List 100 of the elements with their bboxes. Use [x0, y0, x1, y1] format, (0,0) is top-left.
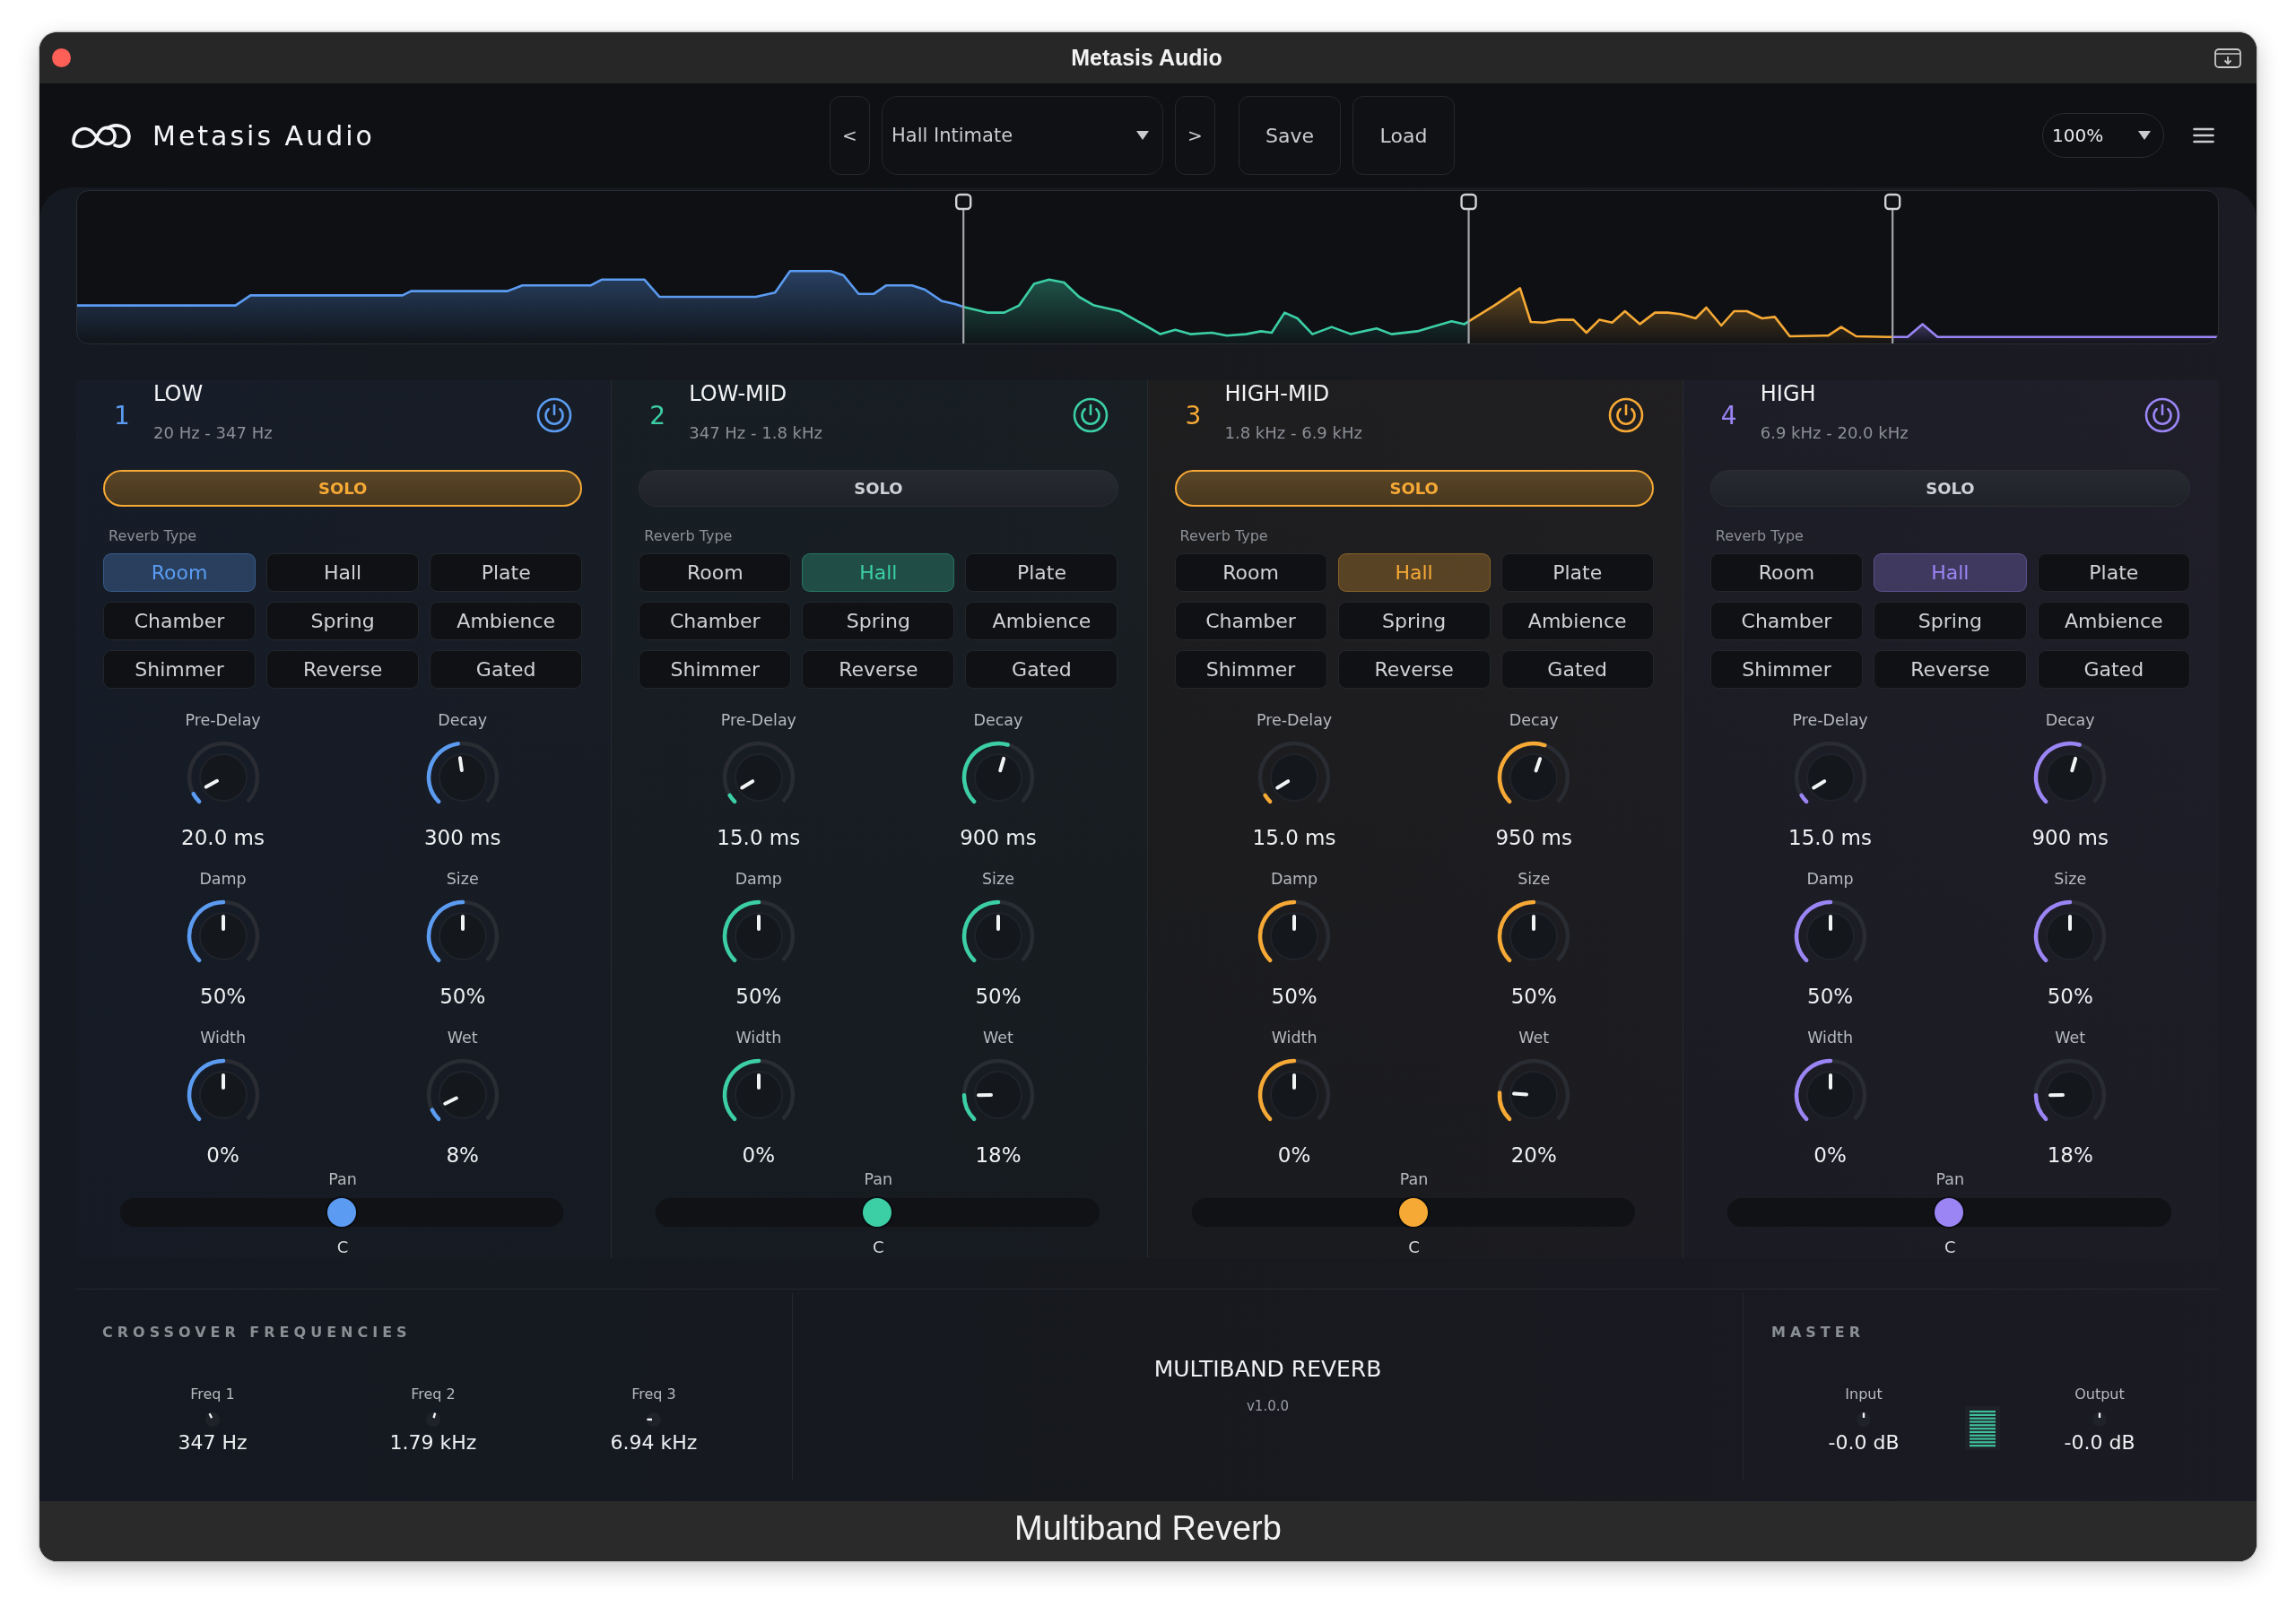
reverb-type-button[interactable]: Room — [639, 553, 792, 592]
reverb-type-label: Reverb Type — [643, 526, 733, 546]
reverb-type-button[interactable]: Spring — [266, 602, 420, 640]
reverb-type-button[interactable]: Hall — [802, 553, 955, 592]
reverb-type-button[interactable]: Room — [103, 553, 257, 592]
preset-action-button[interactable]: Load — [1352, 96, 1455, 175]
knob-label: Size — [981, 869, 1014, 890]
crossover-handle[interactable] — [1884, 193, 1901, 343]
reverb-type-button[interactable]: Shimmer — [639, 650, 792, 689]
knob-label: Pre-Delay — [720, 710, 796, 731]
band-range: 347 Hz - 1.8 kHz — [689, 422, 822, 444]
preset-dropdown[interactable]: Hall Intimate — [882, 96, 1163, 175]
knob-label: Width — [1271, 1028, 1318, 1048]
band-number: 3 — [1185, 400, 1202, 430]
pan-slider-thumb[interactable] — [1935, 1198, 1964, 1227]
solo-button[interactable]: SOLO — [1174, 470, 1654, 507]
reverb-type-button[interactable]: Spring — [802, 602, 955, 640]
section-title: CROSSOVER FREQUENCIES — [102, 1323, 412, 1342]
reverb-type-button[interactable]: Chamber — [639, 602, 792, 640]
small-knob[interactable] — [1857, 1412, 1871, 1427]
solo-button[interactable]: SOLO — [1709, 470, 2190, 507]
download-icon[interactable] — [2214, 48, 2241, 68]
next-preset-button[interactable]: > — [1175, 96, 1215, 175]
solo-button[interactable]: SOLO — [639, 470, 1118, 507]
knob-value: 20.0 ms — [181, 825, 265, 851]
knob-label: Wet — [983, 1028, 1013, 1048]
knob-value: 15.0 ms — [1788, 825, 1872, 851]
power-icon[interactable] — [2144, 397, 2180, 433]
close-icon[interactable] — [52, 48, 71, 67]
reverb-type-button[interactable]: Chamber — [103, 602, 257, 640]
small-knob[interactable] — [426, 1412, 440, 1427]
band-name: LOW-MID — [689, 380, 787, 407]
reverb-type-button[interactable]: Hall — [266, 553, 420, 592]
power-icon[interactable] — [1072, 397, 1109, 433]
small-knob[interactable] — [2092, 1412, 2107, 1427]
reverb-type-button[interactable]: Gated — [1500, 650, 1654, 689]
reverb-type-button[interactable]: Reverse — [266, 650, 420, 689]
reverb-type-button[interactable]: Ambience — [965, 602, 1118, 640]
reverb-type-button[interactable]: Plate — [430, 553, 583, 592]
reverb-type-button[interactable]: Shimmer — [103, 650, 257, 689]
band-number: 4 — [1720, 400, 1737, 430]
previous-preset-button[interactable]: < — [830, 96, 870, 175]
menu-icon[interactable] — [2193, 127, 2214, 143]
reverb-type-button[interactable]: Chamber — [1709, 602, 1864, 640]
knob-value: 950 ms — [1495, 825, 1572, 851]
pan-slider-track[interactable] — [1191, 1198, 1635, 1227]
knob-label: Wet — [1518, 1028, 1550, 1048]
reverb-type-button[interactable]: Spring — [1337, 602, 1491, 640]
reverb-type-button[interactable]: Plate — [1500, 553, 1654, 592]
reverb-type-button[interactable]: Room — [1174, 553, 1327, 592]
reverb-type-button[interactable]: Plate — [965, 553, 1118, 592]
reverb-type-label: Reverb Type — [1178, 526, 1268, 546]
pan-slider-track[interactable] — [120, 1198, 564, 1227]
reverb-type-button[interactable]: Plate — [2037, 553, 2190, 592]
knob-label: Freq 3 — [631, 1385, 676, 1404]
pan-slider-thumb[interactable] — [327, 1198, 357, 1227]
knob-label: Freq 1 — [190, 1385, 235, 1404]
pan-slider-track[interactable] — [656, 1198, 1100, 1227]
reverb-type-button[interactable]: Gated — [2037, 650, 2190, 689]
knob-label: Decay — [973, 710, 1023, 731]
knob-label: Size — [1518, 869, 1551, 890]
window-title: Metasis Audio — [1071, 45, 1222, 71]
preset-action-button[interactable]: Save — [1239, 96, 1341, 175]
reverb-type-button[interactable]: Spring — [1874, 602, 2027, 640]
reverb-type-button[interactable]: Room — [1709, 553, 1864, 592]
knob-value: 50% — [975, 984, 1022, 1010]
pan-slider-thumb[interactable] — [863, 1198, 892, 1227]
reverb-type-button[interactable]: Gated — [430, 650, 583, 689]
reverb-type-button[interactable]: Reverse — [802, 650, 955, 689]
section-title: MASTER — [1771, 1323, 1865, 1342]
reverb-type-button[interactable]: Ambience — [430, 602, 583, 640]
reverb-type-button[interactable]: Hall — [1874, 553, 2027, 592]
crossover-handle[interactable] — [1460, 193, 1477, 343]
knob-label: Wet — [2055, 1028, 2086, 1048]
small-knob[interactable] — [205, 1412, 220, 1427]
solo-button[interactable]: SOLO — [103, 470, 583, 507]
knob-value: 50% — [735, 984, 782, 1010]
reverb-type-button[interactable]: Reverse — [1337, 650, 1491, 689]
power-icon[interactable] — [1607, 397, 1644, 433]
knob-value: 18% — [975, 1142, 1022, 1168]
crossover-handle[interactable] — [955, 193, 972, 343]
zoom-dropdown[interactable]: 100% — [2042, 113, 2164, 158]
reverb-type-label: Reverb Type — [108, 526, 197, 546]
band-name: HIGH — [1760, 380, 1816, 407]
power-icon[interactable] — [536, 397, 573, 433]
reverb-type-button[interactable]: Ambience — [2037, 602, 2190, 640]
reverb-type-label: Reverb Type — [1714, 526, 1804, 546]
reverb-type-button[interactable]: Reverse — [1874, 650, 2027, 689]
pan-slider-thumb[interactable] — [1398, 1198, 1428, 1227]
pan-slider-track[interactable] — [1726, 1198, 2171, 1227]
reverb-type-button[interactable]: Hall — [1337, 553, 1491, 592]
reverb-type-button[interactable]: Gated — [965, 650, 1118, 689]
knob-label: Decay — [1509, 710, 1559, 731]
knob-value: 50% — [1807, 984, 1854, 1010]
reverb-type-button[interactable]: Ambience — [1500, 602, 1654, 640]
reverb-type-button[interactable]: Chamber — [1174, 602, 1327, 640]
reverb-type-button[interactable]: Shimmer — [1174, 650, 1327, 689]
reverb-type-button[interactable]: Shimmer — [1709, 650, 1864, 689]
small-knob[interactable] — [647, 1412, 661, 1427]
knob-value: 50% — [2047, 984, 2093, 1010]
